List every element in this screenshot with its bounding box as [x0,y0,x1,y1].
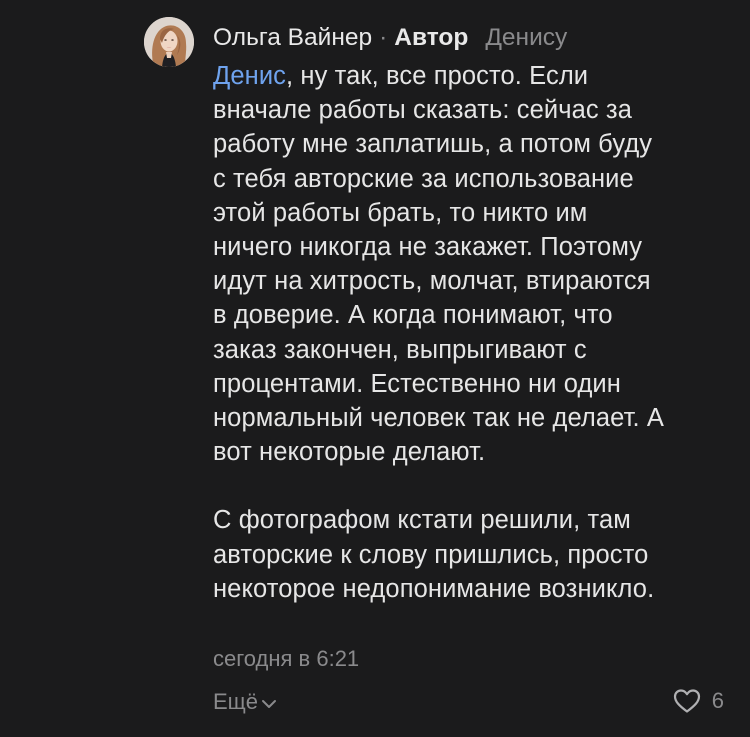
comment-paragraph-2: С фотографом кстати решили, там авторски… [213,506,655,603]
more-button[interactable]: Ещё [213,687,277,717]
like-count: 6 [711,688,724,713]
author-badge: Автор [394,24,469,51]
author-name[interactable]: Ольга Вайнер [213,22,372,54]
comment-header: Ольга Вайнер · Автор Денису [213,22,567,54]
comment-body: Денис, ну так, все просто. Если вначале … [213,59,733,606]
header-separator: · [379,24,388,51]
reply-to-label[interactable]: Денису [485,22,567,54]
comment-timestamp: сегодня в 6:21 [213,646,360,671]
like-section: 6 [672,686,724,716]
chevron-down-icon [262,699,277,708]
heart-outline-icon [673,689,700,713]
mention-link[interactable]: Денис [213,62,286,90]
comment-paragraph: Денис, ну так, все просто. Если вначале … [213,59,733,469]
comment-text: , ну так, все просто. Если вначале работ… [213,62,665,467]
avatar-photo [144,17,194,67]
more-label: Ещё [213,689,259,714]
like-button[interactable] [672,686,702,716]
avatar[interactable] [144,17,194,67]
